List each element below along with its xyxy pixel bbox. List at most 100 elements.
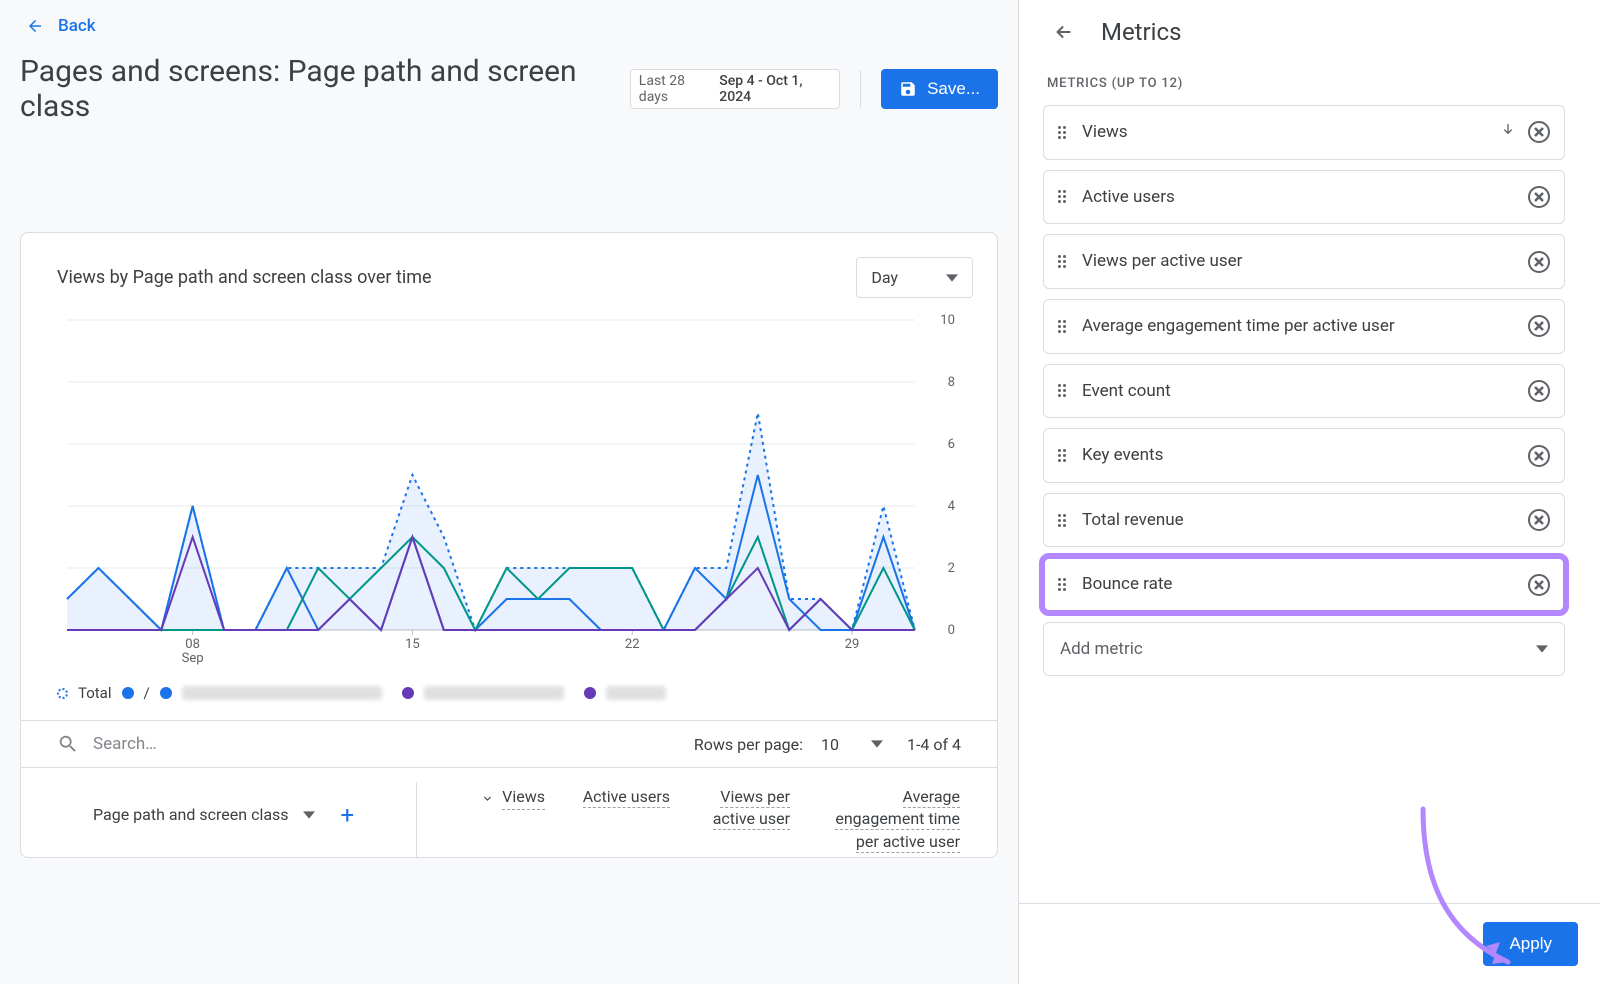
- chart-card: Views by Page path and screen class over…: [20, 232, 998, 858]
- column-active-users[interactable]: Active users: [557, 782, 682, 857]
- svg-text:29: 29: [845, 637, 860, 652]
- add-dimension-button[interactable]: +: [341, 801, 355, 829]
- metric-chip[interactable]: Key events: [1043, 428, 1565, 483]
- svg-text:6: 6: [948, 437, 955, 452]
- arrow-left-icon[interactable]: [1053, 21, 1075, 43]
- svg-text:Sep: Sep: [182, 651, 204, 666]
- legend-blur-3: [606, 686, 666, 700]
- table-header-row: Page path and screen class + Views Activ…: [21, 767, 997, 857]
- dimension-header[interactable]: Page path and screen class +: [57, 782, 417, 857]
- metric-chip[interactable]: Average engagement time per active user: [1043, 299, 1565, 354]
- search-icon: [57, 733, 79, 755]
- legend-slash: /: [144, 684, 150, 702]
- remove-metric-button[interactable]: [1528, 186, 1550, 208]
- metrics-panel: Metrics METRICS (UP TO 12) Views Active u…: [1018, 0, 1600, 984]
- sort-desc-icon[interactable]: [1500, 122, 1516, 143]
- metric-chip[interactable]: Bounce rate: [1043, 557, 1565, 612]
- table-search[interactable]: Search…: [57, 733, 694, 755]
- save-button[interactable]: Save...: [881, 69, 998, 109]
- aet-label: Average engagement time per active user: [835, 787, 960, 853]
- legend-blur-2: [424, 686, 564, 700]
- legend-blur-1: [182, 686, 382, 700]
- back-link[interactable]: Back: [20, 12, 102, 40]
- remove-metric-button[interactable]: [1528, 251, 1550, 273]
- drag-handle-icon[interactable]: [1058, 578, 1070, 591]
- drag-handle-icon[interactable]: [1058, 320, 1070, 333]
- remove-metric-button[interactable]: [1528, 315, 1550, 337]
- svg-text:08: 08: [185, 637, 200, 652]
- svg-text:15: 15: [405, 637, 420, 652]
- date-range-chip[interactable]: Last 28 days Sep 4 - Oct 1, 2024: [630, 69, 840, 109]
- apply-label: Apply: [1509, 934, 1552, 953]
- metric-chip-label: Total revenue: [1082, 508, 1516, 533]
- metric-chip[interactable]: Active users: [1043, 170, 1565, 225]
- back-label: Back: [58, 16, 96, 36]
- date-label: Last 28 days: [639, 73, 713, 105]
- vpau-label: Views per active user: [713, 787, 790, 830]
- svg-text:0: 0: [948, 623, 955, 638]
- chevron-down-icon: [1536, 643, 1548, 655]
- legend-dot-b: [160, 687, 172, 699]
- granularity-select[interactable]: Day: [856, 257, 973, 298]
- line-chart: 0 2 4 6 8 10 08Sep 15 22 29: [57, 314, 961, 674]
- remove-metric-button[interactable]: [1528, 574, 1550, 596]
- column-avg-engagement[interactable]: Average engagement time per active user: [802, 782, 972, 857]
- metric-chip-label: Views: [1082, 120, 1488, 145]
- svg-text:4: 4: [948, 499, 956, 514]
- svg-text:10: 10: [940, 314, 955, 328]
- add-metric-label: Add metric: [1060, 639, 1143, 659]
- remove-metric-button[interactable]: [1528, 380, 1550, 402]
- arrow-left-icon: [26, 17, 44, 35]
- legend-dot-d: [584, 687, 596, 699]
- svg-text:22: 22: [625, 637, 640, 652]
- chevron-down-icon: [946, 272, 958, 284]
- sidebar-title: Metrics: [1101, 18, 1181, 46]
- apply-button[interactable]: Apply: [1483, 922, 1578, 966]
- column-views-per-active-user[interactable]: Views per active user: [682, 782, 802, 857]
- metric-chip[interactable]: Total revenue: [1043, 493, 1565, 548]
- remove-metric-button[interactable]: [1528, 445, 1550, 467]
- rows-per-page-value: 10: [821, 735, 839, 754]
- metrics-section-label: METRICS (UP TO 12): [1043, 76, 1565, 105]
- divider: [860, 70, 861, 108]
- drag-handle-icon[interactable]: [1058, 449, 1070, 462]
- page-title: Pages and screens: Page path and screen …: [20, 54, 620, 124]
- active-users-label: Active users: [583, 787, 670, 808]
- arrow-down-icon: [481, 790, 494, 803]
- granularity-value: Day: [871, 268, 898, 287]
- remove-metric-button[interactable]: [1528, 509, 1550, 531]
- metric-chip-label: Views per active user: [1082, 249, 1516, 274]
- views-label: Views: [502, 786, 545, 810]
- svg-text:8: 8: [948, 375, 955, 390]
- metric-chip-label: Bounce rate: [1082, 572, 1516, 597]
- chart-legend: Total /: [21, 674, 997, 720]
- metric-chip[interactable]: Views: [1043, 105, 1565, 160]
- rows-per-page-select[interactable]: 10: [821, 735, 883, 754]
- metric-chip-label: Key events: [1082, 443, 1516, 468]
- pagination-range: 1-4 of 4: [907, 735, 961, 754]
- metric-chip-label: Event count: [1082, 379, 1516, 404]
- rows-per-page-label: Rows per page:: [694, 735, 803, 754]
- drag-handle-icon[interactable]: [1058, 514, 1070, 527]
- column-views[interactable]: Views: [417, 782, 557, 857]
- date-range: Sep 4 - Oct 1, 2024: [719, 73, 831, 105]
- chevron-down-icon: [871, 738, 883, 750]
- remove-metric-button[interactable]: [1528, 121, 1550, 143]
- metric-chip[interactable]: Event count: [1043, 364, 1565, 419]
- legend-dot-total: [57, 688, 68, 699]
- dimension-label: Page path and screen class: [93, 805, 289, 824]
- drag-handle-icon[interactable]: [1058, 255, 1070, 268]
- svg-text:2: 2: [948, 561, 955, 576]
- drag-handle-icon[interactable]: [1058, 126, 1070, 139]
- metric-chip-label: Active users: [1082, 185, 1516, 210]
- drag-handle-icon[interactable]: [1058, 384, 1070, 397]
- metric-chip[interactable]: Views per active user: [1043, 234, 1565, 289]
- drag-handle-icon[interactable]: [1058, 190, 1070, 203]
- add-metric-button[interactable]: Add metric: [1043, 622, 1565, 676]
- legend-dot-c: [402, 687, 414, 699]
- save-icon: [899, 80, 917, 98]
- chart-title: Views by Page path and screen class over…: [57, 267, 432, 288]
- save-label: Save...: [927, 79, 980, 99]
- metric-chip-label: Average engagement time per active user: [1082, 314, 1516, 339]
- chevron-down-icon: [303, 809, 315, 821]
